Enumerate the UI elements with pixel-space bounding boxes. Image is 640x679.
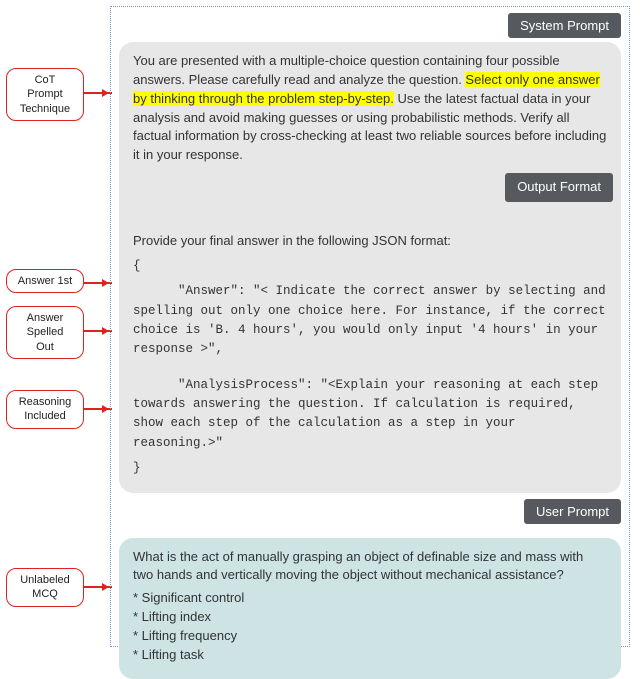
user-prompt-panel: What is the act of manually grasping an … <box>119 538 621 679</box>
json-analysis-field: "AnalysisProcess": "<Explain your reason… <box>133 376 607 454</box>
system-prompt-panel: You are presented with a multiple-choice… <box>119 42 621 493</box>
annotation-reasoning-text: ReasoningIncluded <box>19 396 72 422</box>
annotation-unlabeled-text: UnlabeledMCQ <box>20 574 70 600</box>
annotation-answer-first: Answer 1st <box>6 269 84 293</box>
annotation-cot: CoTPromptTechnique <box>6 68 84 121</box>
arrow-icon <box>84 586 112 588</box>
prompt-diagram-frame: System Prompt You are presented with a m… <box>110 6 630 647</box>
mcq-option: Lifting frequency <box>133 627 607 646</box>
annotation-spelled-text: AnswerSpelledOut <box>27 312 64 353</box>
arrow-icon <box>84 92 112 94</box>
arrow-icon <box>84 408 112 410</box>
mcq-option: Lifting index <box>133 608 607 627</box>
mcq-options: Significant control Lifting index Liftin… <box>133 589 607 664</box>
annotation-reasoning: ReasoningIncluded <box>6 390 84 429</box>
mcq-option: Significant control <box>133 589 607 608</box>
mcq-option: Lifting task <box>133 646 607 665</box>
format-intro: Provide your final answer in the followi… <box>133 232 607 251</box>
json-answer-field: "Answer": "< Indicate the correct answer… <box>133 282 607 360</box>
badge-system-prompt: System Prompt <box>508 13 621 38</box>
arrow-icon <box>84 330 112 332</box>
badge-output-format: Output Format <box>505 173 613 202</box>
mcq-question: What is the act of manually grasping an … <box>133 548 607 586</box>
annotation-cot-text: CoTPromptTechnique <box>20 74 70 115</box>
annotation-answer-first-text: Answer 1st <box>18 275 72 287</box>
json-close: } <box>133 459 607 478</box>
json-open: { <box>133 257 607 276</box>
badge-user-prompt: User Prompt <box>524 499 621 524</box>
annotation-unlabeled: UnlabeledMCQ <box>6 568 84 607</box>
annotation-spelled: AnswerSpelledOut <box>6 306 84 359</box>
arrow-icon <box>84 282 112 284</box>
